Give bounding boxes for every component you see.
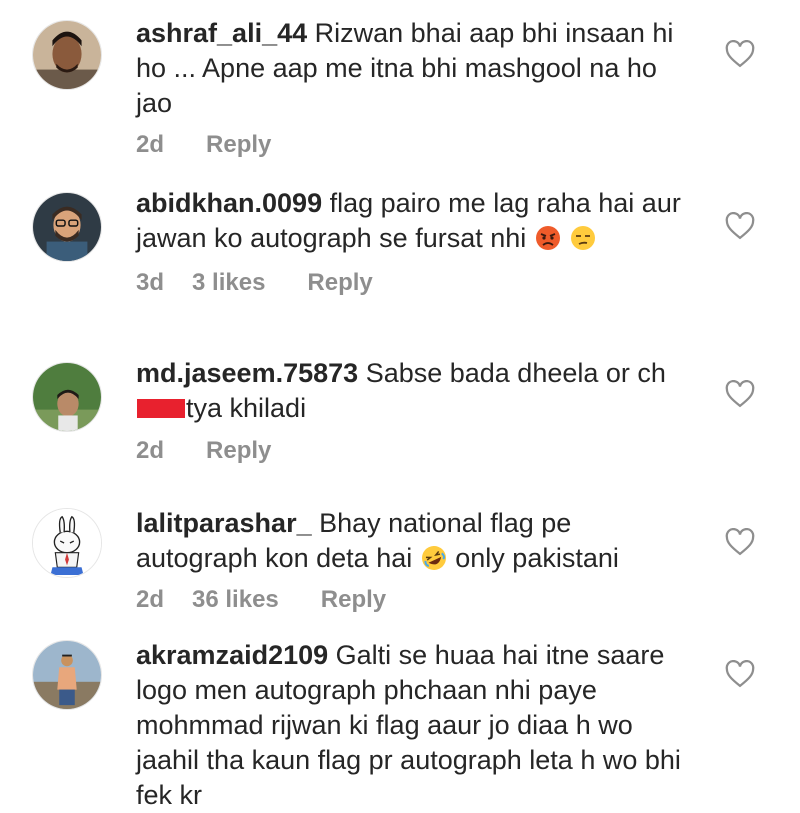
comment-meta: 3d 3 likes Reply (136, 268, 373, 298)
comment-meta: 2d 36 likes Reply (136, 585, 386, 615)
comment-body-end: tya khiladi (186, 393, 307, 423)
avatar-photo (33, 21, 101, 89)
reply-button[interactable]: Reply (206, 130, 271, 160)
avatar[interactable] (32, 508, 102, 578)
comment-text: akramzaid2109 Galti se huaa hai itne saa… (136, 638, 696, 813)
comment-meta: 2d Reply (136, 436, 271, 466)
comment-time: 2d (136, 131, 165, 158)
comment-text: lalitparashar_ Bhay national flag pe aut… (136, 506, 696, 576)
avatar-photo (33, 641, 101, 709)
unamused-face-emoji (571, 226, 596, 250)
comment-body: Sabse bada dheela or ch (365, 358, 666, 388)
avatar[interactable] (32, 192, 102, 262)
comment-time: 3d (136, 269, 165, 296)
comment-time: 2d (136, 437, 165, 464)
avatar[interactable] (32, 20, 102, 90)
comment-text: md.jaseem.75873 Sabse bada dheela or ch t… (136, 356, 696, 426)
comment-username[interactable]: lalitparashar_ (136, 508, 312, 538)
reply-button[interactable]: Reply (206, 436, 271, 466)
comment-item: lalitparashar_ Bhay national flag pe aut… (0, 490, 800, 630)
comment-username[interactable]: abidkhan.0099 (136, 188, 322, 218)
likes-count[interactable]: 36 likes (192, 585, 279, 615)
reply-button[interactable]: Reply (307, 268, 372, 298)
comment-item: abidkhan.0099 flag pairo me lag raha hai… (0, 170, 800, 340)
comment-item: md.jaseem.75873 Sabse bada dheela or ch t… (0, 340, 800, 490)
avatar-photo (33, 363, 101, 431)
comment-username[interactable]: ashraf_ali_44 (136, 18, 307, 48)
comment-body-end: only pakistani (455, 543, 619, 573)
like-heart-icon[interactable] (725, 380, 755, 408)
censor-bar (137, 399, 185, 418)
comment-username[interactable]: akramzaid2109 (136, 640, 328, 670)
avatar[interactable] (32, 640, 102, 710)
comment-time: 2d (136, 586, 165, 613)
avatar[interactable] (32, 362, 102, 432)
reply-button[interactable]: Reply (321, 585, 386, 615)
comment-username[interactable]: md.jaseem.75873 (136, 358, 358, 388)
like-heart-icon[interactable] (725, 40, 755, 68)
comment-meta: 2d Reply (136, 130, 271, 160)
comment-item: ashraf_ali_44 Rizwan bhai aap bhi insaan… (0, 0, 800, 170)
comment-item: akramzaid2109 Galti se huaa hai itne saa… (0, 630, 800, 810)
rolling-on-floor-laughing-emoji (421, 546, 446, 570)
like-heart-icon[interactable] (725, 528, 755, 556)
like-heart-icon[interactable] (725, 660, 755, 688)
likes-count[interactable]: 3 likes (192, 268, 265, 298)
angry-face-emoji (535, 226, 560, 250)
like-heart-icon[interactable] (725, 212, 755, 240)
avatar-photo (33, 509, 101, 577)
avatar-photo (33, 193, 101, 261)
comment-text: abidkhan.0099 flag pairo me lag raha hai… (136, 186, 696, 256)
comment-text: ashraf_ali_44 Rizwan bhai aap bhi insaan… (136, 16, 696, 121)
